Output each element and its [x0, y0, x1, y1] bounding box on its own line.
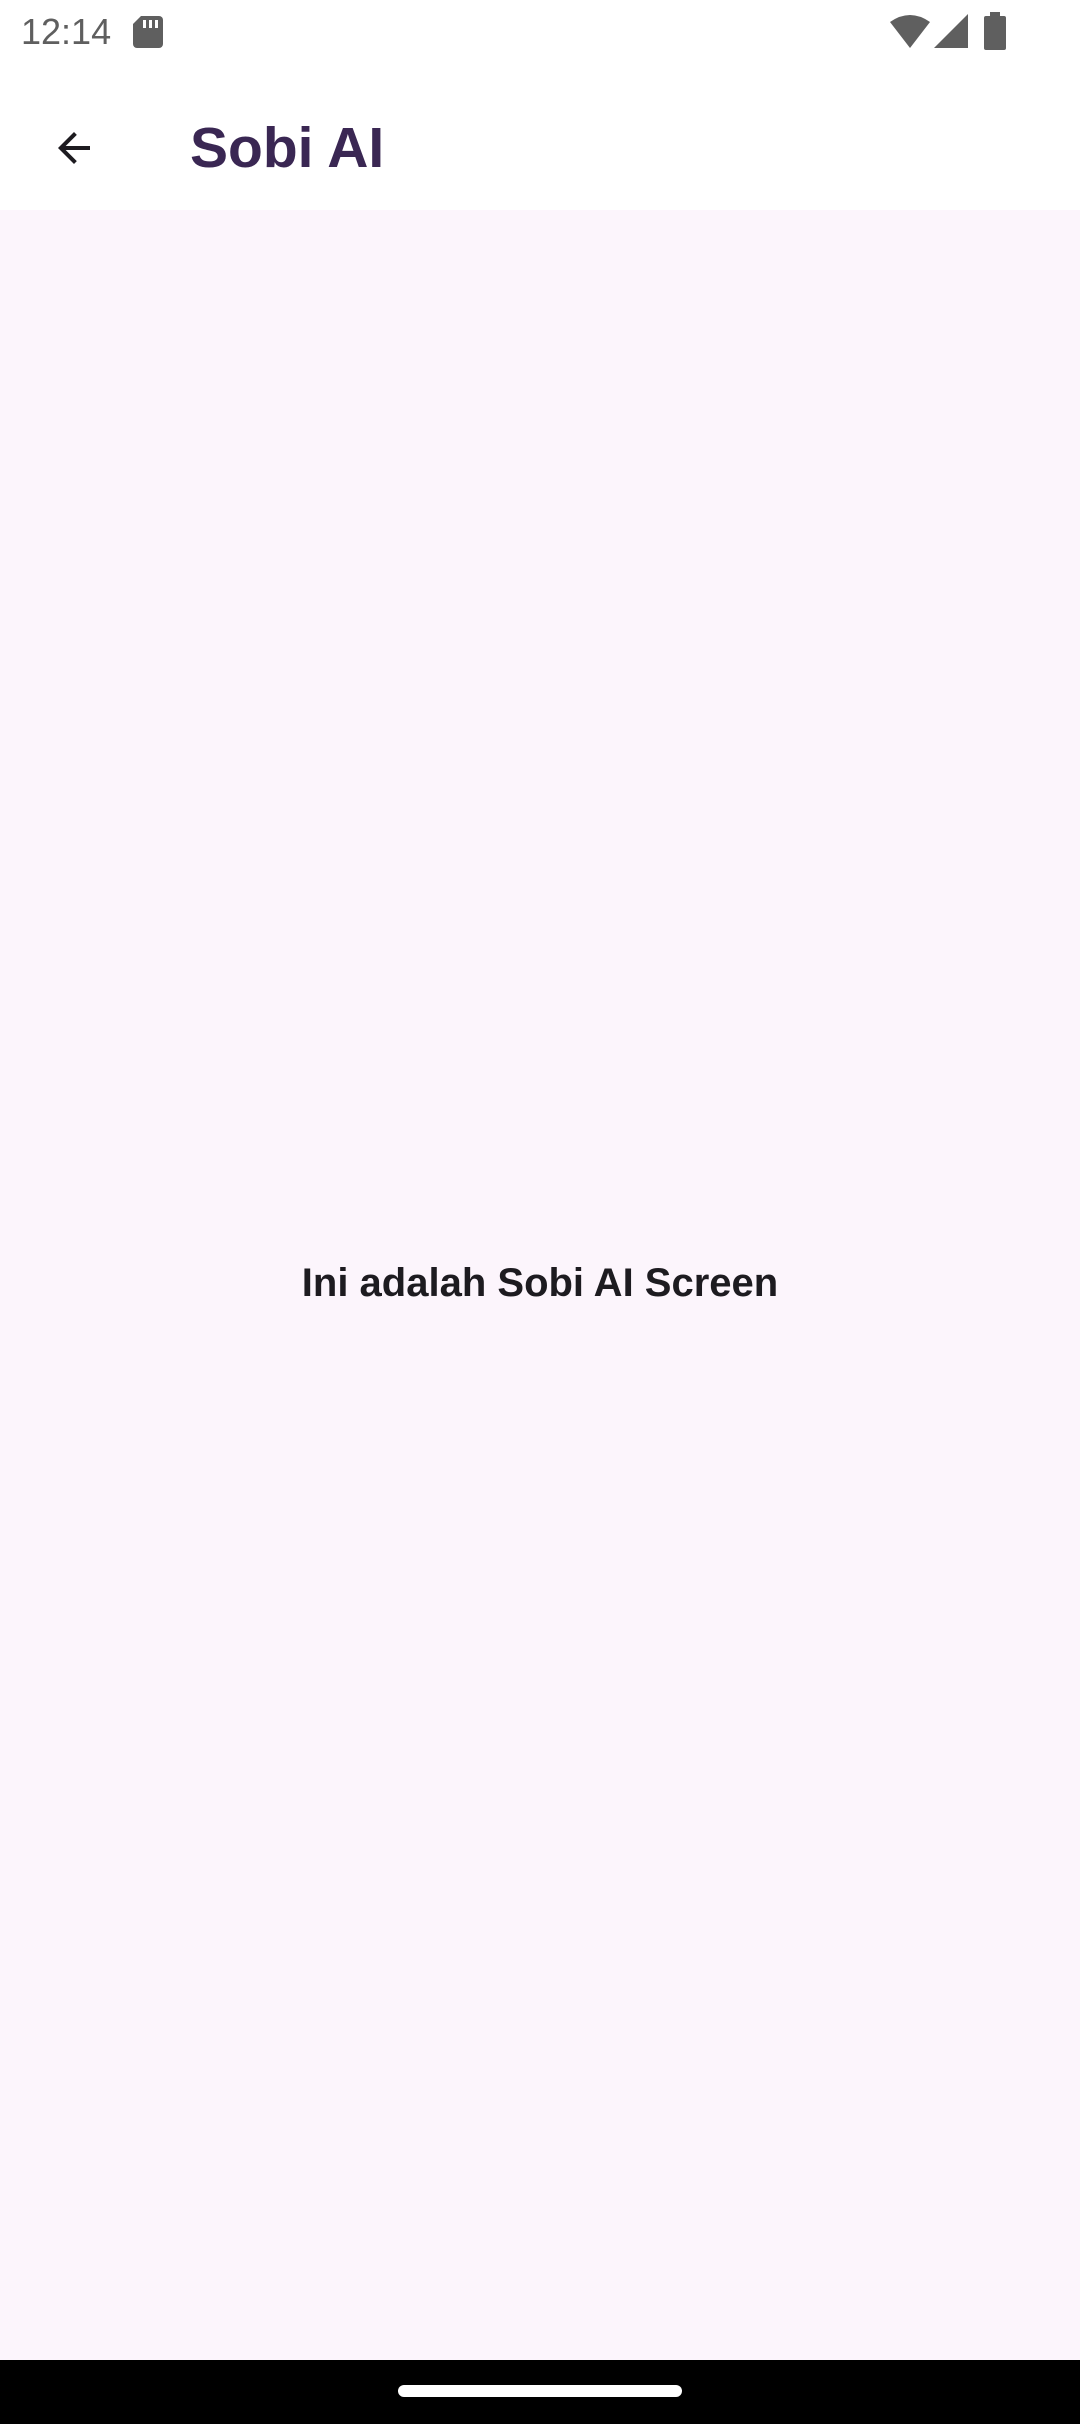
screen-message: Ini adalah Sobi AI Screen [301, 1261, 779, 1305]
wifi-icon [890, 15, 930, 48]
status-time: 12:14 [21, 11, 112, 52]
navigation-bar [0, 2360, 1080, 2424]
back-button[interactable] [28, 102, 120, 194]
arrow-back-icon [58, 132, 90, 164]
page-title: Sobi AI [190, 116, 385, 180]
top-app-bar: Sobi AI [0, 64, 1080, 210]
signal-icon [934, 14, 968, 48]
status-bar: 12:14 [0, 0, 1080, 64]
home-indicator[interactable] [398, 2385, 682, 2397]
battery-icon [984, 12, 1006, 50]
sd-card-icon [133, 16, 163, 48]
